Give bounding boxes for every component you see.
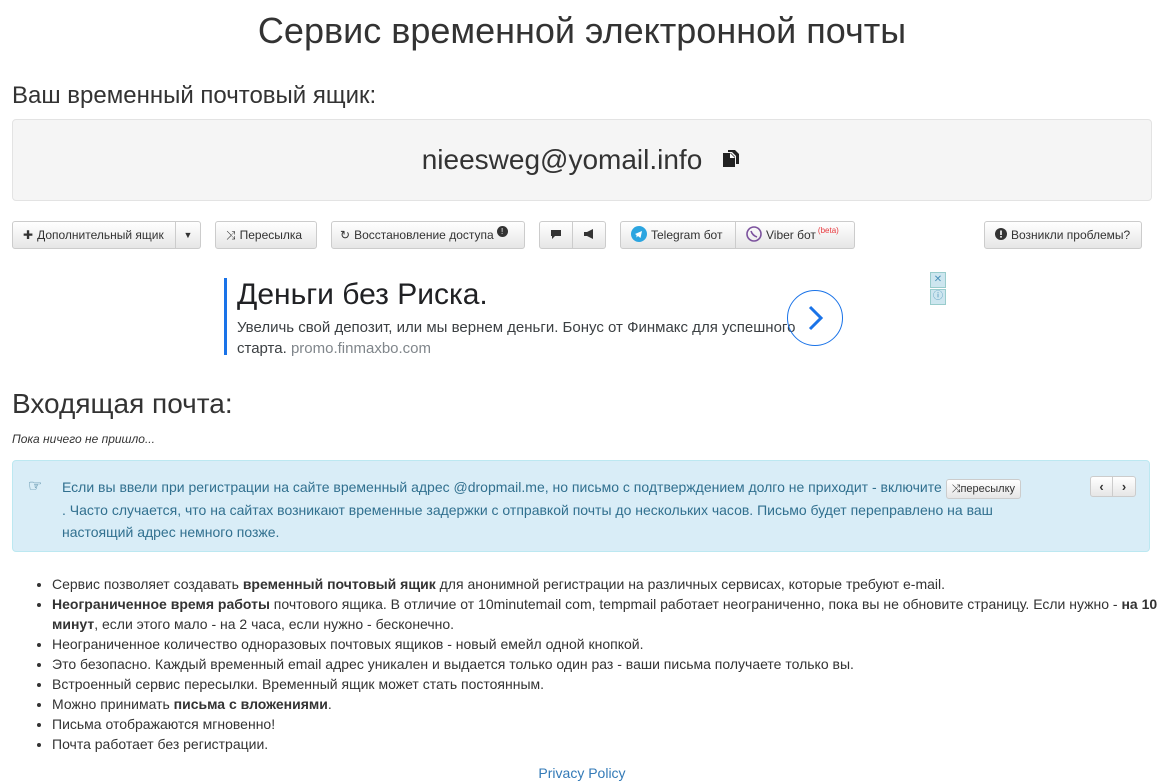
copy-icon[interactable] [720, 149, 742, 171]
list-item: Письма отображаются мгновенно! [52, 714, 1162, 734]
features-list: Сервис позволяет создавать временный поч… [12, 574, 1162, 754]
ad-headline[interactable]: Деньги без Риска. [237, 278, 488, 312]
ad-banner[interactable]: Деньги без Риска. Увеличь свой депозит, … [224, 278, 867, 357]
problems-label: Возникли проблемы? [1011, 228, 1131, 242]
page-title: Сервис временной электронной почты [257, 10, 907, 51]
chevron-right-icon: › [1121, 479, 1127, 494]
additional-box-label: Дополнительный ящик [37, 228, 164, 242]
ad-info-icon[interactable]: ⓘ [930, 289, 946, 305]
list-item: Сервис позволяет создавать временный поч… [52, 574, 1162, 594]
mailbox-panel: nieesweg@yomail.info [12, 119, 1152, 201]
announce-button[interactable] [573, 221, 606, 249]
telegram-icon [631, 225, 647, 245]
info-text-before: Если вы ввели при регистрации на сайте в… [62, 479, 942, 495]
hand-pointer-icon: ☞ [28, 478, 43, 495]
info-text: Если вы ввели при регистрации на сайте в… [62, 476, 1022, 543]
plus-icon: ✚ [23, 228, 34, 242]
chat-button[interactable] [539, 221, 573, 249]
info-text-after: . Часто случается, что на сайтах возника… [62, 502, 993, 540]
restore-access-button[interactable]: ↻ Восстановление доступа ! [331, 221, 525, 249]
inline-forwarding-button[interactable]: ⤨пересылку [945, 479, 1022, 499]
tip-nav: ‹ › [1090, 476, 1136, 497]
viber-bot-label: Viber бот [766, 228, 816, 242]
beta-label: (beta) [817, 225, 839, 235]
prev-tip-button[interactable]: ‹ [1090, 476, 1113, 497]
telegram-bot-button[interactable]: Telegram бот [620, 221, 736, 249]
viber-bot-button[interactable]: Viber бот (beta) [736, 221, 855, 249]
ad-close-icon[interactable]: ✕ [930, 272, 946, 288]
inbox-heading: Входящая почта: [12, 388, 233, 419]
list-item: Неограниченное время работы почтового ящ… [52, 594, 1162, 634]
list-item: Встроенный сервис пересылки. Временный я… [52, 674, 1162, 694]
ad-controls: ✕ ⓘ [930, 272, 946, 305]
ad-text: Увеличь свой депозит, или мы вернем день… [237, 317, 797, 359]
list-item: Неограниченное количество одноразовых по… [52, 634, 1162, 654]
restore-access-label: Восстановление доступа [354, 228, 494, 242]
additional-box-dropdown[interactable]: ▼ [176, 221, 201, 249]
inbox-empty-text: Пока ничего не пришло... [12, 432, 155, 446]
inline-forwarding-label: пересылку [960, 483, 1016, 495]
mailbox-heading: Ваш временный почтовый ящик: [12, 82, 377, 109]
forwarding-label: Пересылка [239, 228, 303, 242]
chevron-left-icon: ‹ [1099, 479, 1104, 494]
list-item: Почта работает без регистрации. [52, 734, 1162, 754]
viber-icon [746, 225, 762, 245]
ad-arrow-button[interactable] [787, 290, 843, 346]
additional-box-button[interactable]: ✚ Дополнительный ящик [12, 221, 176, 249]
refresh-icon: ↻ [340, 228, 351, 242]
problems-button[interactable]: Возникли проблемы? [984, 221, 1142, 249]
bullhorn-icon [583, 228, 596, 243]
next-tip-button[interactable]: › [1113, 476, 1136, 497]
list-item: Это безопасно. Каждый временный email ад… [52, 654, 1162, 674]
ad-url[interactable]: promo.finmaxbo.com [291, 340, 431, 357]
exclamation-circle-icon [995, 227, 1007, 243]
chevron-right-icon [808, 305, 824, 331]
info-alert: ☞ Если вы ввели при регистрации на сайте… [12, 460, 1150, 552]
comment-icon [550, 228, 562, 243]
telegram-bot-label: Telegram бот [651, 228, 723, 242]
list-item: Можно принимать письма с вложениями. [52, 694, 1162, 714]
privacy-policy-link[interactable]: Privacy Policy [0, 765, 1164, 781]
mailbox-address[interactable]: nieesweg@yomail.info [422, 144, 703, 176]
forwarding-button[interactable]: ⤨ Пересылка [215, 221, 317, 249]
caret-down-icon: ▼ [183, 230, 193, 240]
shuffle-icon: ⤨ [226, 227, 236, 242]
restore-badge: ! [496, 225, 508, 237]
